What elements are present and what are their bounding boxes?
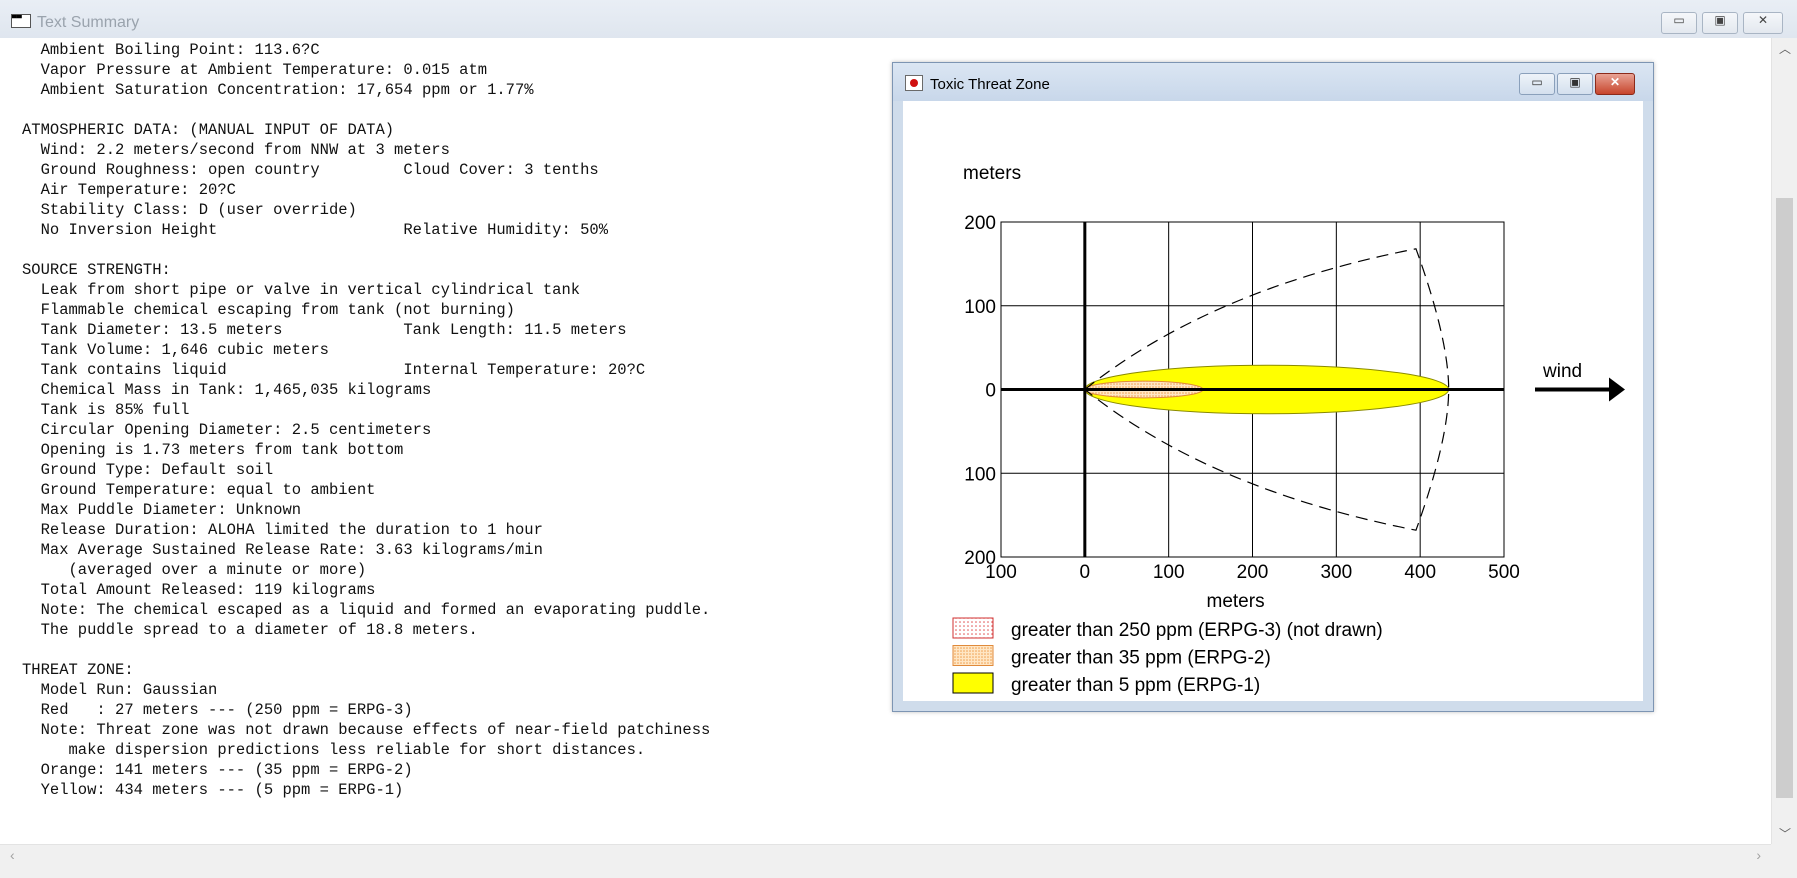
scroll-left-icon[interactable]: ‹ xyxy=(10,847,15,863)
minimize-icon: ▭ xyxy=(1531,75,1543,89)
app-window-icon: ▀▀ xyxy=(11,14,31,28)
x-tick-label: 300 xyxy=(1320,562,1352,583)
legend-label: greater than 35 ppm (ERPG-2) xyxy=(1011,648,1271,669)
scroll-down-icon[interactable]: ﹀ xyxy=(1772,825,1797,842)
wind-label: wind xyxy=(1542,361,1582,382)
x-tick-label: 500 xyxy=(1488,562,1520,583)
x-tick-label: 100 xyxy=(1153,562,1185,583)
y-tick-label: 200 xyxy=(964,548,996,569)
y-tick-label: 0 xyxy=(985,381,996,402)
scroll-right-icon[interactable]: › xyxy=(1756,847,1761,863)
legend-swatch-red xyxy=(952,617,994,639)
maximize-button[interactable]: ▣ xyxy=(1702,12,1738,34)
horizontal-scrollbar[interactable]: ‹ › xyxy=(0,844,1771,867)
x-tick-label: 0 xyxy=(1080,562,1091,583)
y-tick-label: 200 xyxy=(964,213,996,234)
y-tick-label: 100 xyxy=(964,297,996,318)
scroll-up-icon[interactable]: ︿ xyxy=(1772,40,1797,57)
window-bottom-border xyxy=(0,866,1771,878)
close-button[interactable]: ✕ xyxy=(1743,12,1783,34)
threat-zone-plot-area: 100 0 100 200 300 400 500 200 100 0 100 200 meters me… xyxy=(903,101,1643,701)
vertical-scrollbar[interactable]: ︿ ﹀ xyxy=(1771,38,1797,844)
threat-close-button[interactable]: ✕ xyxy=(1595,73,1635,95)
legend-label: greater than 250 ppm (ERPG-3) (not drawn… xyxy=(1011,620,1383,641)
threat-title-bar[interactable]: Toxic Threat Zone ▭ ▣ ✕ xyxy=(893,63,1653,101)
y-tick-label: 100 xyxy=(964,464,996,485)
x-axis-title: meters xyxy=(1207,591,1265,612)
close-icon: ✕ xyxy=(1757,13,1769,27)
threat-zone-icon xyxy=(905,75,923,91)
legend-swatch-yellow xyxy=(952,672,994,694)
legend-swatch-orange xyxy=(952,645,994,666)
title-bar[interactable]: ▀▀ Text Summary ▭ ▣ ✕ xyxy=(0,0,1797,39)
threat-window-title: Toxic Threat Zone xyxy=(930,76,1050,93)
resize-grip-icon[interactable] xyxy=(1771,844,1797,878)
summary-text: Ambient Boiling Point: 113.6?C Vapor Pre… xyxy=(22,41,711,799)
maximize-icon: ▣ xyxy=(1569,75,1581,89)
threat-maximize-button[interactable]: ▣ xyxy=(1557,73,1593,95)
legend-label: greater than 5 ppm (ERPG-1) xyxy=(1011,675,1260,696)
x-tick-label: 400 xyxy=(1404,562,1436,583)
vertical-scroll-thumb[interactable] xyxy=(1776,198,1793,798)
minimize-icon: ▭ xyxy=(1673,13,1685,27)
minimize-button[interactable]: ▭ xyxy=(1661,12,1697,34)
maximize-icon: ▣ xyxy=(1714,13,1726,27)
wind-arrow-icon xyxy=(1609,377,1625,402)
threat-zone-chart: 100 0 100 200 300 400 5002001000100200metersme… xyxy=(952,163,1625,696)
close-icon: ✕ xyxy=(1609,75,1621,89)
y-axis-title: meters xyxy=(963,163,1021,184)
x-tick-label: 200 xyxy=(1237,562,1269,583)
window-title: Text Summary xyxy=(37,14,140,31)
toxic-threat-zone-window: Toxic Threat Zone ▭ ▣ ✕ 100 0 100 200 300 400… xyxy=(892,62,1654,712)
threat-minimize-button[interactable]: ▭ xyxy=(1519,73,1555,95)
